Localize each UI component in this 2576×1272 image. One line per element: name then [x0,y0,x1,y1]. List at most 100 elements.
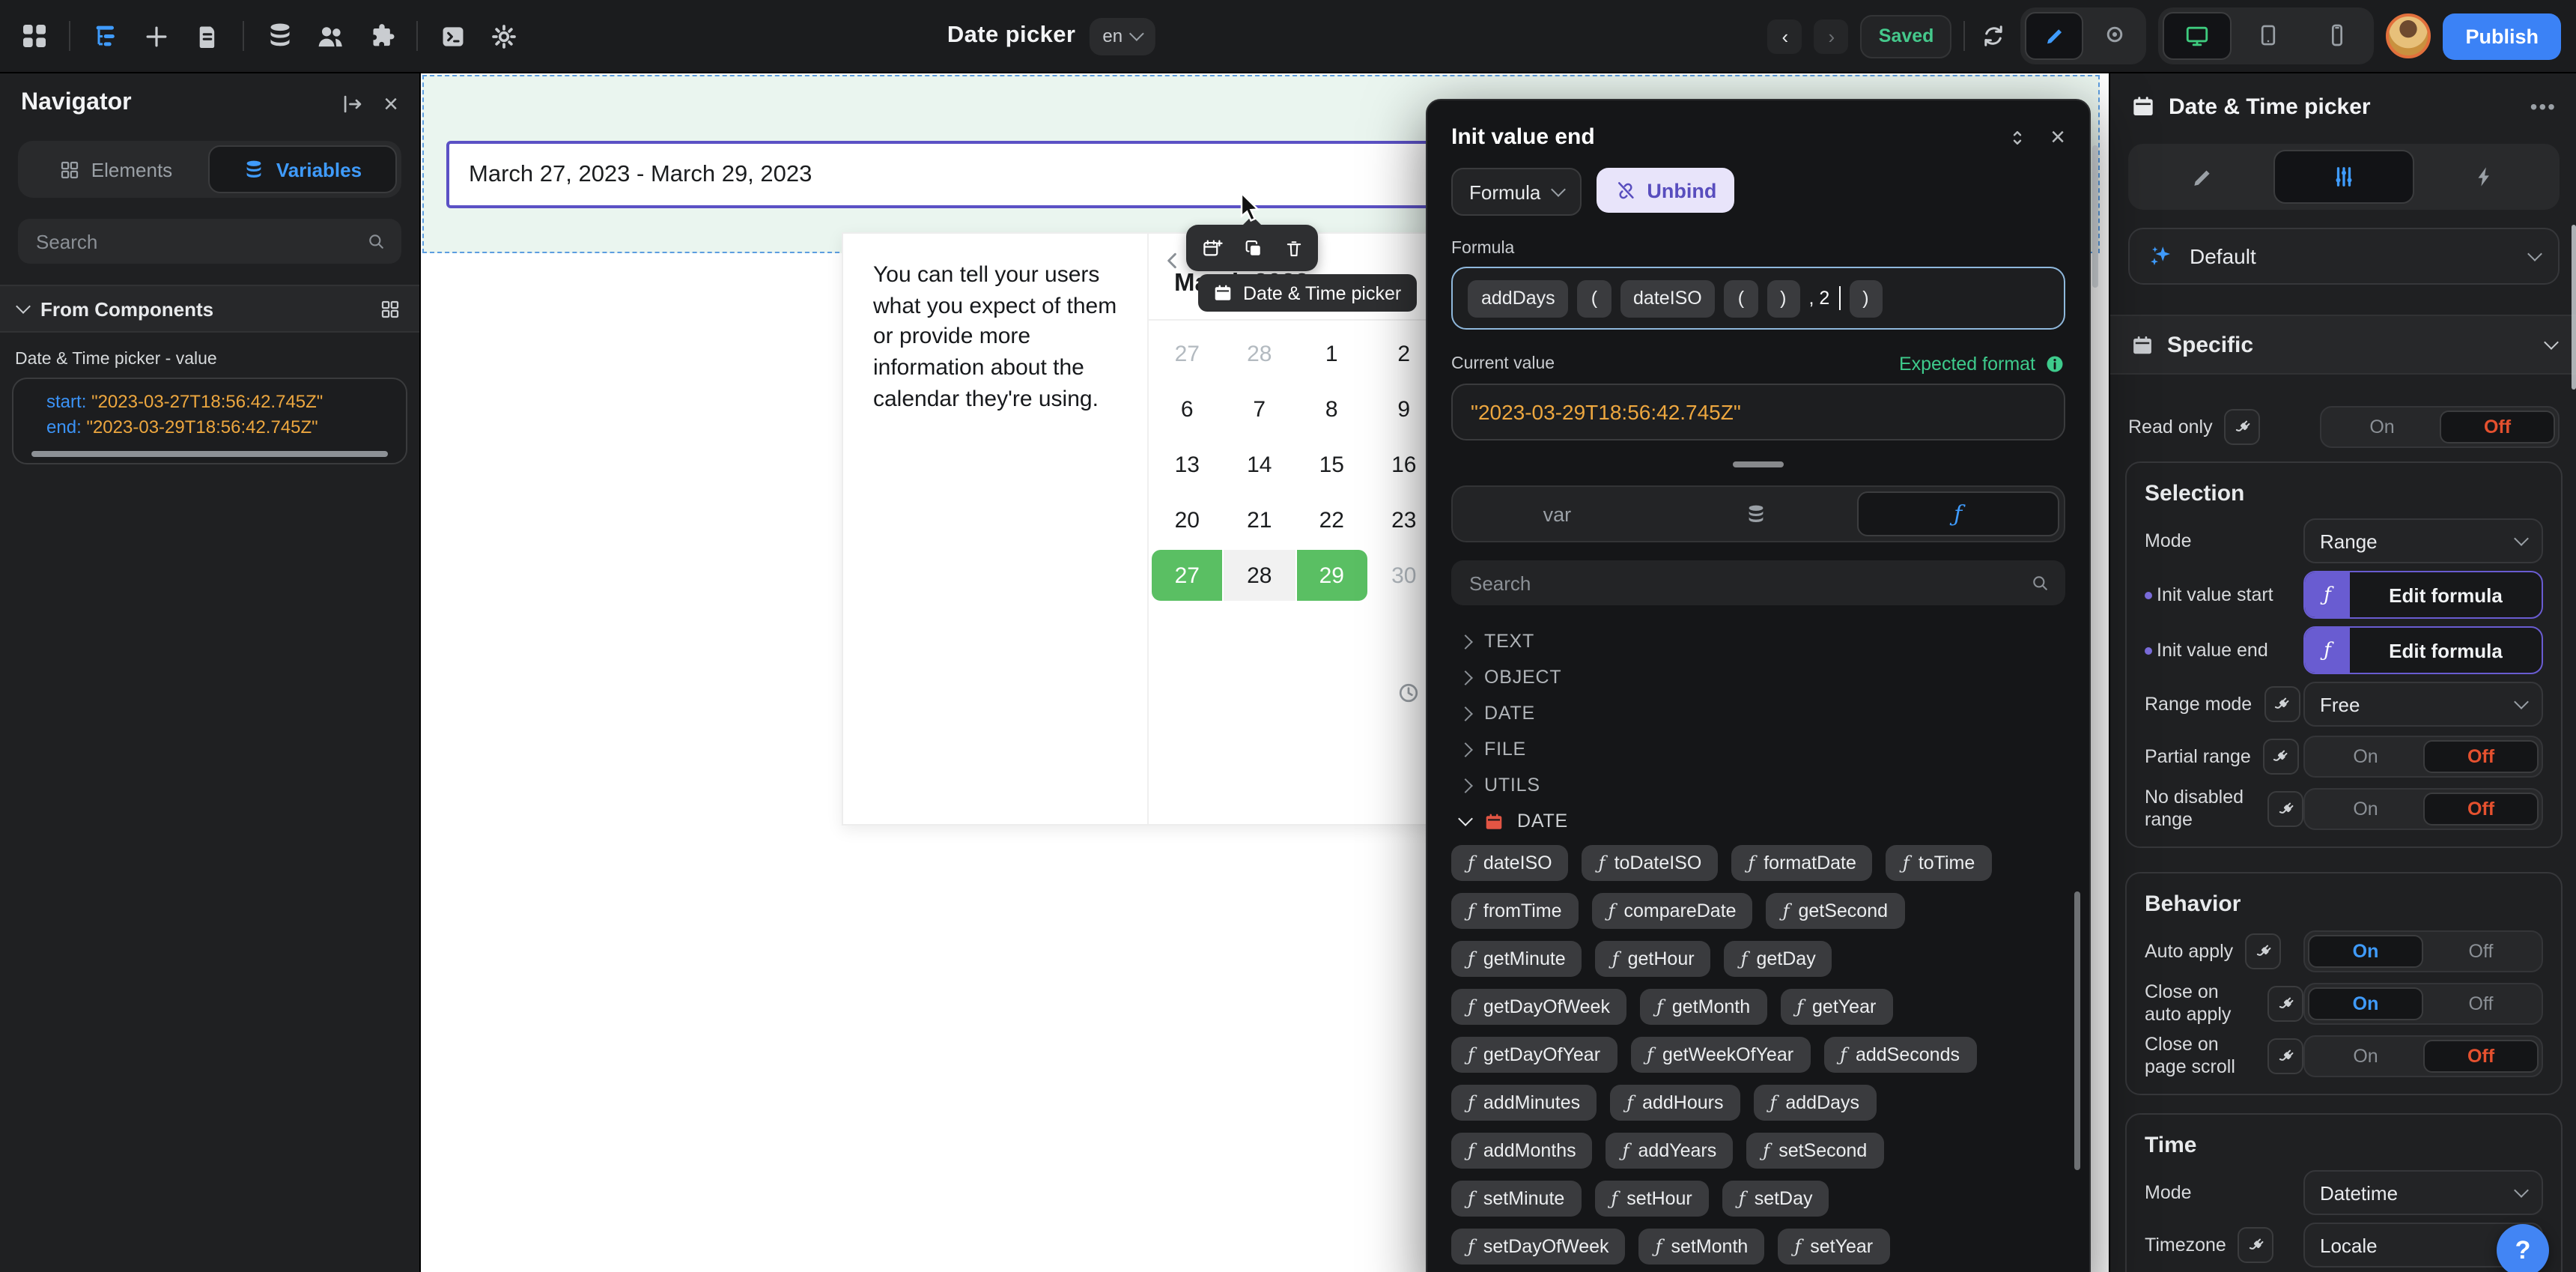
calendar-day[interactable]: 6 [1152,388,1223,430]
toggle-on[interactable]: On [2308,740,2423,773]
function-chip-addHours[interactable]: ƒaddHours [1610,1085,1740,1121]
time-mode-dropdown[interactable]: Datetime [2303,1170,2543,1215]
function-chip-setDayOfWeek[interactable]: ƒsetDayOfWeek [1451,1229,1626,1265]
calendar-day[interactable]: 29 [1296,550,1367,601]
function-chip-setMonth[interactable]: ƒsetMonth [1639,1229,1765,1265]
function-chip-compareDate[interactable]: ƒcompareDate [1592,893,1753,929]
clock-icon[interactable] [1396,680,1421,706]
navigator-tree-icon[interactable] [90,20,121,52]
close-on-auto-apply-toggle[interactable]: On Off [2303,983,2543,1025]
function-chip-setYear[interactable]: ƒsetYear [1778,1229,1889,1265]
function-chip-getWeekOfYear[interactable]: ƒgetWeekOfYear [1630,1037,1810,1073]
more-options-icon[interactable]: ••• [2530,94,2557,118]
toggle-on[interactable]: On [2308,793,2423,826]
formula-category-object[interactable]: OBJECT [1460,659,2065,695]
function-chip-addMinutes[interactable]: ƒaddMinutes [1451,1085,1597,1121]
function-chip-setMinute[interactable]: ƒsetMinute [1451,1181,1581,1217]
redo-button[interactable]: › [1814,19,1849,53]
formula-editor[interactable]: addDays(dateISO(), 2) [1451,267,2065,330]
formula-token-text[interactable]: , 2 [1808,288,1829,309]
toggle-off[interactable]: Off [2423,935,2539,968]
inspector-scrollbar[interactable] [2572,225,2576,390]
init-start-edit-formula-button[interactable]: ƒ Edit formula [2303,571,2543,619]
tab-variables[interactable]: Variables [208,145,397,193]
bind-plug-icon[interactable] [2225,409,2261,445]
read-only-toggle[interactable]: On Off [2320,406,2560,448]
unbind-button[interactable]: Unbind [1596,168,1734,213]
resize-popup-icon[interactable] [2005,125,2029,149]
dev-console-icon[interactable] [437,20,469,52]
function-chip-getMonth[interactable]: ƒgetMonth [1640,989,1767,1025]
binding-type-dropdown[interactable]: Formula [1451,168,1581,216]
bind-plug-icon[interactable] [2267,791,2303,827]
expected-format-link[interactable]: Expected format [1899,354,2065,375]
tab-workflows[interactable] [2416,150,2554,204]
bind-plug-icon[interactable] [2267,986,2303,1022]
formula-category-text[interactable]: TEXT [1460,623,2065,659]
function-chip-getHour[interactable]: ƒgetHour [1596,941,1711,977]
mobile-view-button[interactable] [2303,12,2369,57]
function-chip-getSecond[interactable]: ƒgetSecond [1767,893,1904,929]
calendar-day[interactable]: 21 [1224,499,1295,541]
function-chip-addSeconds[interactable]: ƒaddSeconds [1823,1037,1976,1073]
function-chip-setSecond[interactable]: ƒsetSecond [1746,1133,1883,1169]
locale-selector[interactable]: en [1089,17,1155,55]
formula-search-input[interactable] [1466,570,2029,596]
formula-category-date[interactable]: DATE [1460,803,2065,839]
formula-token-chip[interactable]: ( [1725,279,1758,317]
calendar-day[interactable]: 28 [1224,333,1295,375]
avatar[interactable] [2386,13,2431,58]
toggle-off[interactable]: Off [2440,411,2555,443]
toggle-off[interactable]: Off [2423,1040,2539,1073]
edit-mode-button[interactable] [2025,12,2083,60]
segment-data-icon[interactable] [1657,491,1857,536]
bind-plug-icon[interactable] [2245,933,2281,969]
formula-category-utils[interactable]: UTILS [1460,767,2065,803]
calendar-day[interactable]: 1 [1296,333,1367,375]
save-status-badge[interactable]: Saved [1861,14,1952,58]
close-panel-icon[interactable]: × [383,91,398,116]
toggle-on[interactable]: On [2324,411,2440,443]
tab-style[interactable] [2134,150,2271,204]
add-element-icon[interactable] [141,20,172,52]
preset-dropdown[interactable]: Default [2128,228,2560,285]
function-chip-getMinute[interactable]: ƒgetMinute [1451,941,1582,977]
calendar-day[interactable]: 27 [1152,333,1223,375]
function-chip-getDayOfYear[interactable]: ƒgetDayOfYear [1451,1037,1617,1073]
formula-search[interactable] [1451,560,2065,605]
formula-token-chip[interactable]: addDays [1468,279,1569,317]
formula-token-chip[interactable]: dateISO [1620,279,1716,317]
toggle-on[interactable]: On [2308,1040,2423,1073]
calendar-day[interactable]: 22 [1296,499,1367,541]
calendar-day[interactable]: 13 [1152,443,1223,485]
function-chip-addMonths[interactable]: ƒaddMonths [1451,1133,1593,1169]
toggle-off[interactable]: Off [2423,987,2539,1020]
plugins-icon[interactable] [365,20,397,52]
formula-token-chip[interactable]: ) [1849,279,1882,317]
help-button[interactable]: ? [2497,1224,2549,1272]
section-from-components[interactable]: From Components [0,285,419,333]
calendar-day[interactable]: 15 [1296,443,1367,485]
bind-plug-icon[interactable] [2264,686,2300,722]
function-chip-addYears[interactable]: ƒaddYears [1606,1133,1734,1169]
partial-range-toggle[interactable]: On Off [2303,736,2543,778]
formula-token-chip[interactable]: ) [1767,279,1799,317]
function-chip-setDay[interactable]: ƒsetDay [1722,1181,1829,1217]
calendar-day[interactable]: 27 [1152,550,1223,601]
calendar-day[interactable]: 14 [1224,443,1295,485]
toggle-on[interactable]: On [2308,935,2423,968]
auto-apply-toggle[interactable]: On Off [2303,930,2543,972]
navigator-search[interactable] [18,219,401,264]
collapse-panel-icon[interactable] [340,91,365,116]
variable-value-box[interactable]: start: "2023-03-27T18:56:42.745Z" end: "… [12,378,407,464]
navigator-search-input[interactable] [33,228,365,254]
tab-elements[interactable]: Elements [22,145,208,193]
function-chip-getDayOfWeek[interactable]: ƒgetDayOfWeek [1451,989,1626,1025]
delete-icon[interactable] [1283,237,1304,258]
function-chip-dateISO[interactable]: ƒdateISO [1451,845,1569,881]
drag-handle[interactable] [1733,461,1784,467]
section-specific[interactable]: Specific [2110,315,2576,375]
bind-plug-icon[interactable] [2267,1038,2303,1074]
init-end-edit-formula-button[interactable]: ƒ Edit formula [2303,626,2543,674]
canvas-scrollbar[interactable] [2092,145,2098,288]
